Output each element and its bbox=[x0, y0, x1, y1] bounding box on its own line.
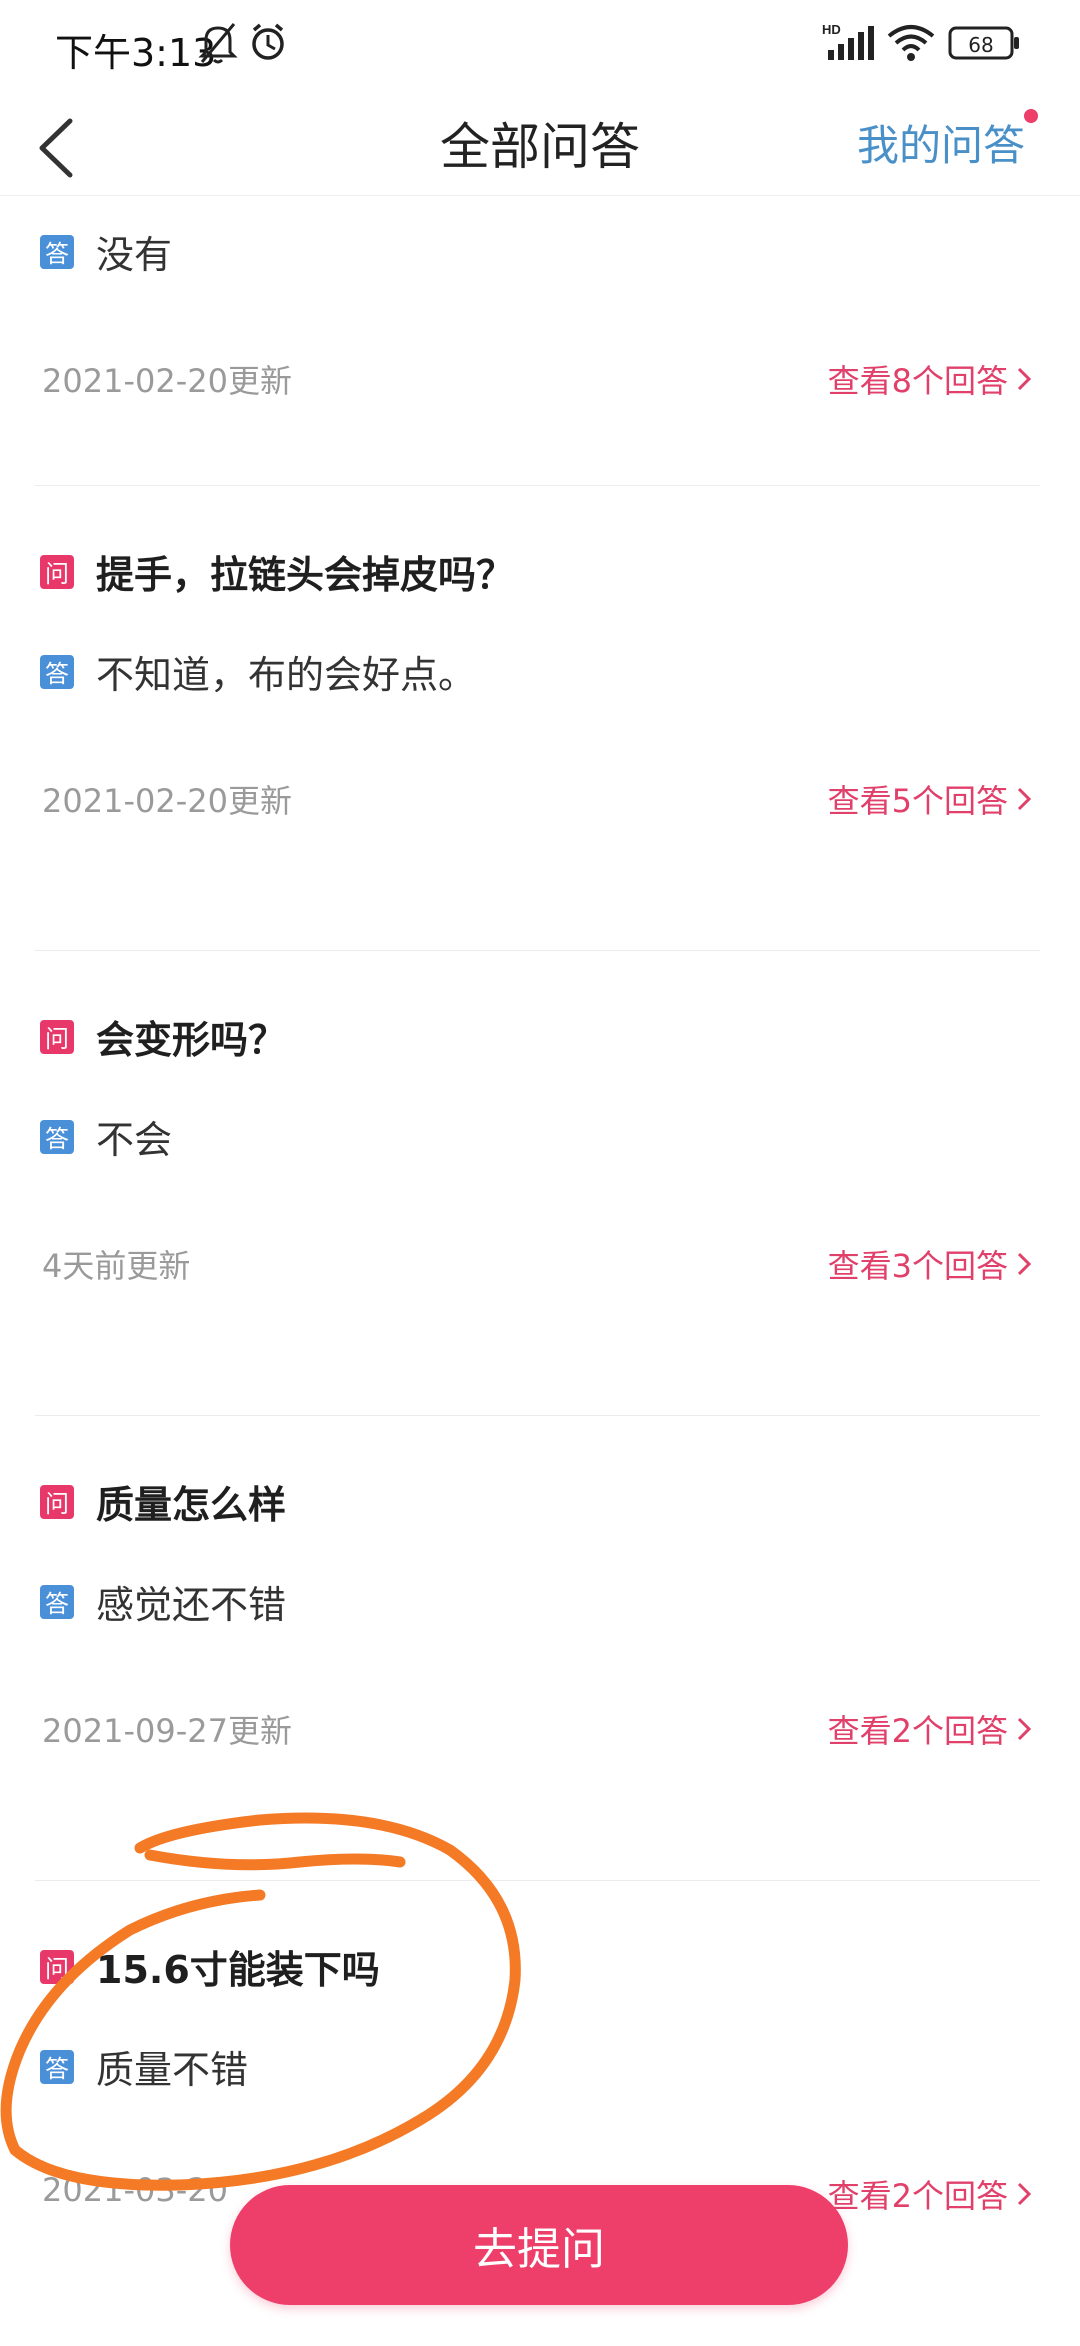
view-answers-label: 查看5个回答 bbox=[827, 782, 1008, 820]
update-date: 2021-09-27更新 bbox=[42, 1712, 292, 1750]
view-answers-label: 查看8个回答 bbox=[827, 362, 1008, 400]
chevron-right-icon bbox=[1017, 1252, 1032, 1276]
question-tag: 问 bbox=[40, 554, 74, 589]
qa-item[interactable]: 问 提手，拉链头会掉皮吗？ 答 不知道，布的会好点。 2021-02-20更新 … bbox=[0, 486, 1080, 951]
notification-dot bbox=[1024, 109, 1038, 123]
view-answers-link[interactable]: 查看2个回答 bbox=[828, 2171, 1032, 2217]
question-row: 问 15.6寸能装下吗 bbox=[40, 1939, 380, 1994]
chevron-right-icon bbox=[1017, 2182, 1032, 2206]
view-answers-link[interactable]: 查看8个回答 bbox=[828, 356, 1032, 402]
question-text: 15.6寸能装下吗 bbox=[96, 1948, 380, 1992]
qa-list: 答 没有 2021-02-20更新 查看8个回答 问 提手，拉链头会掉皮吗？ 答… bbox=[0, 196, 1080, 2346]
hd-signal-icon: HD bbox=[822, 20, 876, 70]
answer-text: 不知道，布的会好点。 bbox=[96, 653, 477, 697]
chevron-right-icon bbox=[1017, 367, 1032, 391]
answer-tag: 答 bbox=[40, 654, 74, 689]
question-text: 质量怎么样 bbox=[96, 1483, 287, 1527]
question-row: 问 提手，拉链头会掉皮吗？ bbox=[40, 544, 514, 599]
update-date: 2021-02-20更新 bbox=[42, 782, 292, 820]
wifi-icon bbox=[886, 20, 936, 70]
mute-bell-icon bbox=[198, 20, 238, 70]
update-date: 4天前更新 bbox=[42, 1247, 191, 1285]
answer-row: 答 不知道，布的会好点。 bbox=[40, 644, 476, 699]
chevron-right-icon bbox=[1017, 1717, 1032, 1741]
navigation-bar: 全部问答 我的问答 bbox=[0, 95, 1080, 196]
battery-level: 68 bbox=[968, 33, 994, 57]
question-tag: 问 bbox=[40, 1949, 74, 1984]
view-answers-label: 查看2个回答 bbox=[827, 2177, 1008, 2215]
view-answers-link[interactable]: 查看5个回答 bbox=[828, 776, 1032, 822]
my-qa-link[interactable]: 我的问答 bbox=[857, 112, 1025, 173]
answer-tag: 答 bbox=[40, 1119, 74, 1154]
status-bar: 下午3:13 HD 68 bbox=[0, 0, 1080, 95]
update-date: 2021-03-20 bbox=[42, 2171, 228, 2209]
view-answers-link[interactable]: 查看2个回答 bbox=[828, 1706, 1032, 1752]
chevron-right-icon bbox=[1017, 787, 1032, 811]
answer-row: 答 质量不错 bbox=[40, 2039, 248, 2094]
answer-row: 答 感觉还不错 bbox=[40, 1574, 286, 1629]
qa-item[interactable]: 问 质量怎么样 答 感觉还不错 2021-09-27更新 查看2个回答 bbox=[0, 1416, 1080, 1881]
view-answers-label: 查看2个回答 bbox=[827, 1712, 1008, 1750]
question-tag: 问 bbox=[40, 1484, 74, 1519]
answer-text: 没有 bbox=[96, 233, 173, 277]
ask-question-button[interactable]: 去提问 bbox=[230, 2185, 848, 2305]
answer-text: 感觉还不错 bbox=[96, 1583, 287, 1627]
update-date: 2021-02-20更新 bbox=[42, 362, 292, 400]
view-answers-label: 查看3个回答 bbox=[827, 1247, 1008, 1285]
answer-text: 不会 bbox=[96, 1118, 173, 1162]
answer-tag: 答 bbox=[40, 2049, 74, 2084]
answer-text: 质量不错 bbox=[96, 2048, 249, 2092]
view-answers-link[interactable]: 查看3个回答 bbox=[828, 1241, 1032, 1287]
question-text: 会变形吗？ bbox=[96, 1018, 287, 1062]
qa-item[interactable]: 问 会变形吗？ 答 不会 4天前更新 查看3个回答 bbox=[0, 951, 1080, 1416]
qa-item[interactable]: 答 没有 2021-02-20更新 查看8个回答 bbox=[0, 196, 1080, 486]
question-text: 提手，拉链头会掉皮吗？ bbox=[96, 553, 515, 597]
answer-row: 答 没有 bbox=[40, 224, 172, 279]
question-row: 问 会变形吗？ bbox=[40, 1009, 286, 1064]
answer-tag: 答 bbox=[40, 1584, 74, 1619]
answer-tag: 答 bbox=[40, 234, 74, 269]
question-row: 问 质量怎么样 bbox=[40, 1474, 286, 1529]
answer-row: 答 不会 bbox=[40, 1109, 172, 1164]
alarm-icon bbox=[248, 20, 288, 70]
svg-text:HD: HD bbox=[822, 22, 841, 37]
status-time: 下午3:13 bbox=[55, 31, 217, 75]
question-tag: 问 bbox=[40, 1019, 74, 1054]
